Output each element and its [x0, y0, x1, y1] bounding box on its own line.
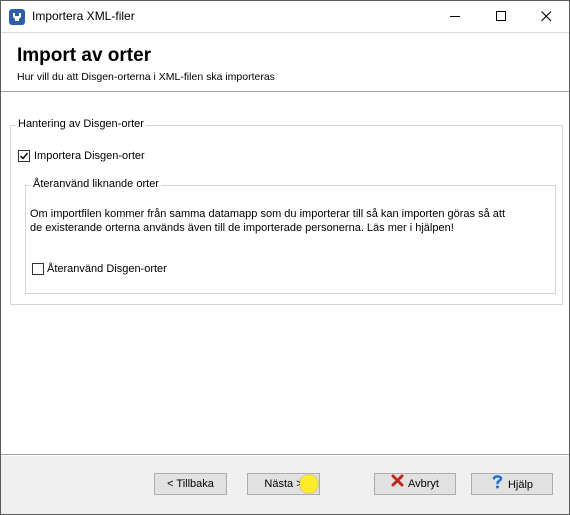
help-question-icon	[491, 474, 504, 496]
import-xml-dialog: Importera XML-filer Import av orter Hur …	[0, 0, 570, 515]
help-button-label: Hjälp	[507, 478, 534, 491]
reuse-disgen-orter-checkbox[interactable]	[32, 263, 44, 275]
group-disgen-orter: Hantering av Disgen-orter Importera Disg…	[10, 118, 563, 305]
minimize-icon	[450, 16, 460, 17]
import-disgen-orter-checkbox[interactable]	[18, 150, 30, 162]
close-button[interactable]	[523, 1, 569, 32]
reuse-info-line-2: de existerande orterna används även till…	[30, 222, 454, 234]
page-subtitle: Hur vill du att Disgen-orterna i XML-fil…	[17, 71, 275, 83]
group-reuse-places: Återanvänd liknande orter Om importfilen…	[25, 178, 556, 294]
reuse-info-line-1: Om importfilen kommer från samma datamap…	[30, 208, 506, 220]
wizard-header: Import av orter Hur vill du att Disgen-o…	[1, 32, 569, 92]
footer-separator-highlight	[1, 455, 569, 456]
next-button-label: Nästa >	[264, 478, 303, 490]
wizard-content: Hantering av Disgen-orter Importera Disg…	[1, 92, 569, 454]
window-title: Importera XML-filer	[32, 9, 135, 23]
back-button[interactable]: < Tillbaka	[154, 473, 227, 495]
group-legend-reuse: Återanvänd liknande orter	[31, 178, 161, 190]
help-button[interactable]: Hjälp	[471, 473, 553, 495]
maximize-button[interactable]	[478, 1, 524, 32]
close-icon	[541, 11, 552, 22]
reuse-disgen-orter-label[interactable]: Återanvänd Disgen-orter	[47, 263, 167, 275]
group-legend-hantering: Hantering av Disgen-orter	[16, 118, 146, 130]
reuse-info-text: Om importfilen kommer från samma datamap…	[30, 207, 550, 235]
import-disgen-orter-label[interactable]: Importera Disgen-orter	[34, 150, 145, 162]
back-button-label: < Tillbaka	[167, 478, 214, 490]
disgen-app-icon	[9, 9, 25, 25]
cancel-button[interactable]: Avbryt	[374, 473, 456, 495]
checkmark-icon	[20, 152, 29, 160]
title-bar: Importera XML-filer	[1, 1, 569, 32]
page-title: Import av orter	[17, 45, 152, 66]
cancel-x-icon	[391, 474, 404, 494]
minimize-button[interactable]	[432, 1, 478, 32]
mouse-cursor-highlight	[300, 475, 318, 493]
cancel-button-label: Avbryt	[408, 478, 439, 490]
maximize-icon	[496, 11, 506, 21]
